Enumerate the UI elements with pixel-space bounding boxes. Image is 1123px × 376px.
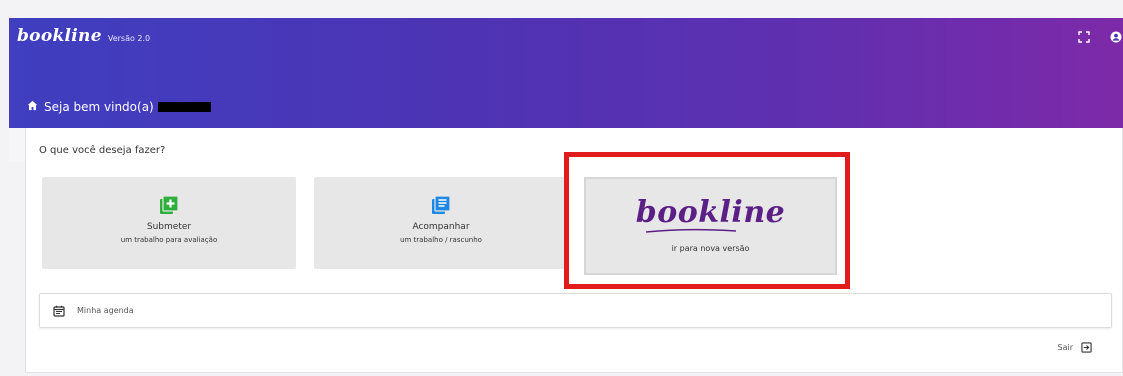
- card-title: Acompanhar: [412, 222, 470, 232]
- brand[interactable]: bookline Versão 2.0: [17, 26, 150, 46]
- add-document-icon: [160, 195, 179, 214]
- welcome-message: Seja bem vindo(a): [27, 100, 211, 114]
- card-title: Submeter: [146, 222, 192, 232]
- home-icon[interactable]: [27, 100, 38, 114]
- left-strip: [9, 128, 25, 162]
- logout-button[interactable]: Sair: [1058, 342, 1093, 353]
- submit-card[interactable]: Submeter um trabalho para avaliação: [42, 177, 296, 269]
- track-card[interactable]: Acompanhar um trabalho / rascunho: [314, 177, 568, 269]
- logout-icon: [1081, 342, 1092, 353]
- card-subtitle: um trabalho para avaliação: [120, 236, 218, 244]
- redacted-username: [157, 102, 211, 112]
- welcome-text: Seja bem vindo(a): [44, 100, 154, 114]
- documents-icon: [432, 195, 451, 214]
- main-panel: O que você deseja fazer? Submeter um tra…: [25, 128, 1123, 373]
- question-heading: O que você deseja fazer?: [39, 145, 166, 156]
- fullscreen-icon[interactable]: [1077, 30, 1091, 44]
- calendar-icon: [53, 305, 65, 317]
- app-header: bookline Versão 2.0 Seja bem vindo(a): [9, 18, 1123, 128]
- card-subtitle: um trabalho / rascunho: [400, 236, 482, 244]
- app-logo[interactable]: bookline: [17, 26, 102, 46]
- logout-label: Sair: [1057, 343, 1074, 352]
- highlight-box: [564, 152, 850, 289]
- agenda-label: Minha agenda: [77, 306, 134, 315]
- account-icon[interactable]: [1109, 30, 1123, 44]
- agenda-bar[interactable]: Minha agenda: [39, 293, 1112, 328]
- version-label: Versão 2.0: [107, 34, 151, 43]
